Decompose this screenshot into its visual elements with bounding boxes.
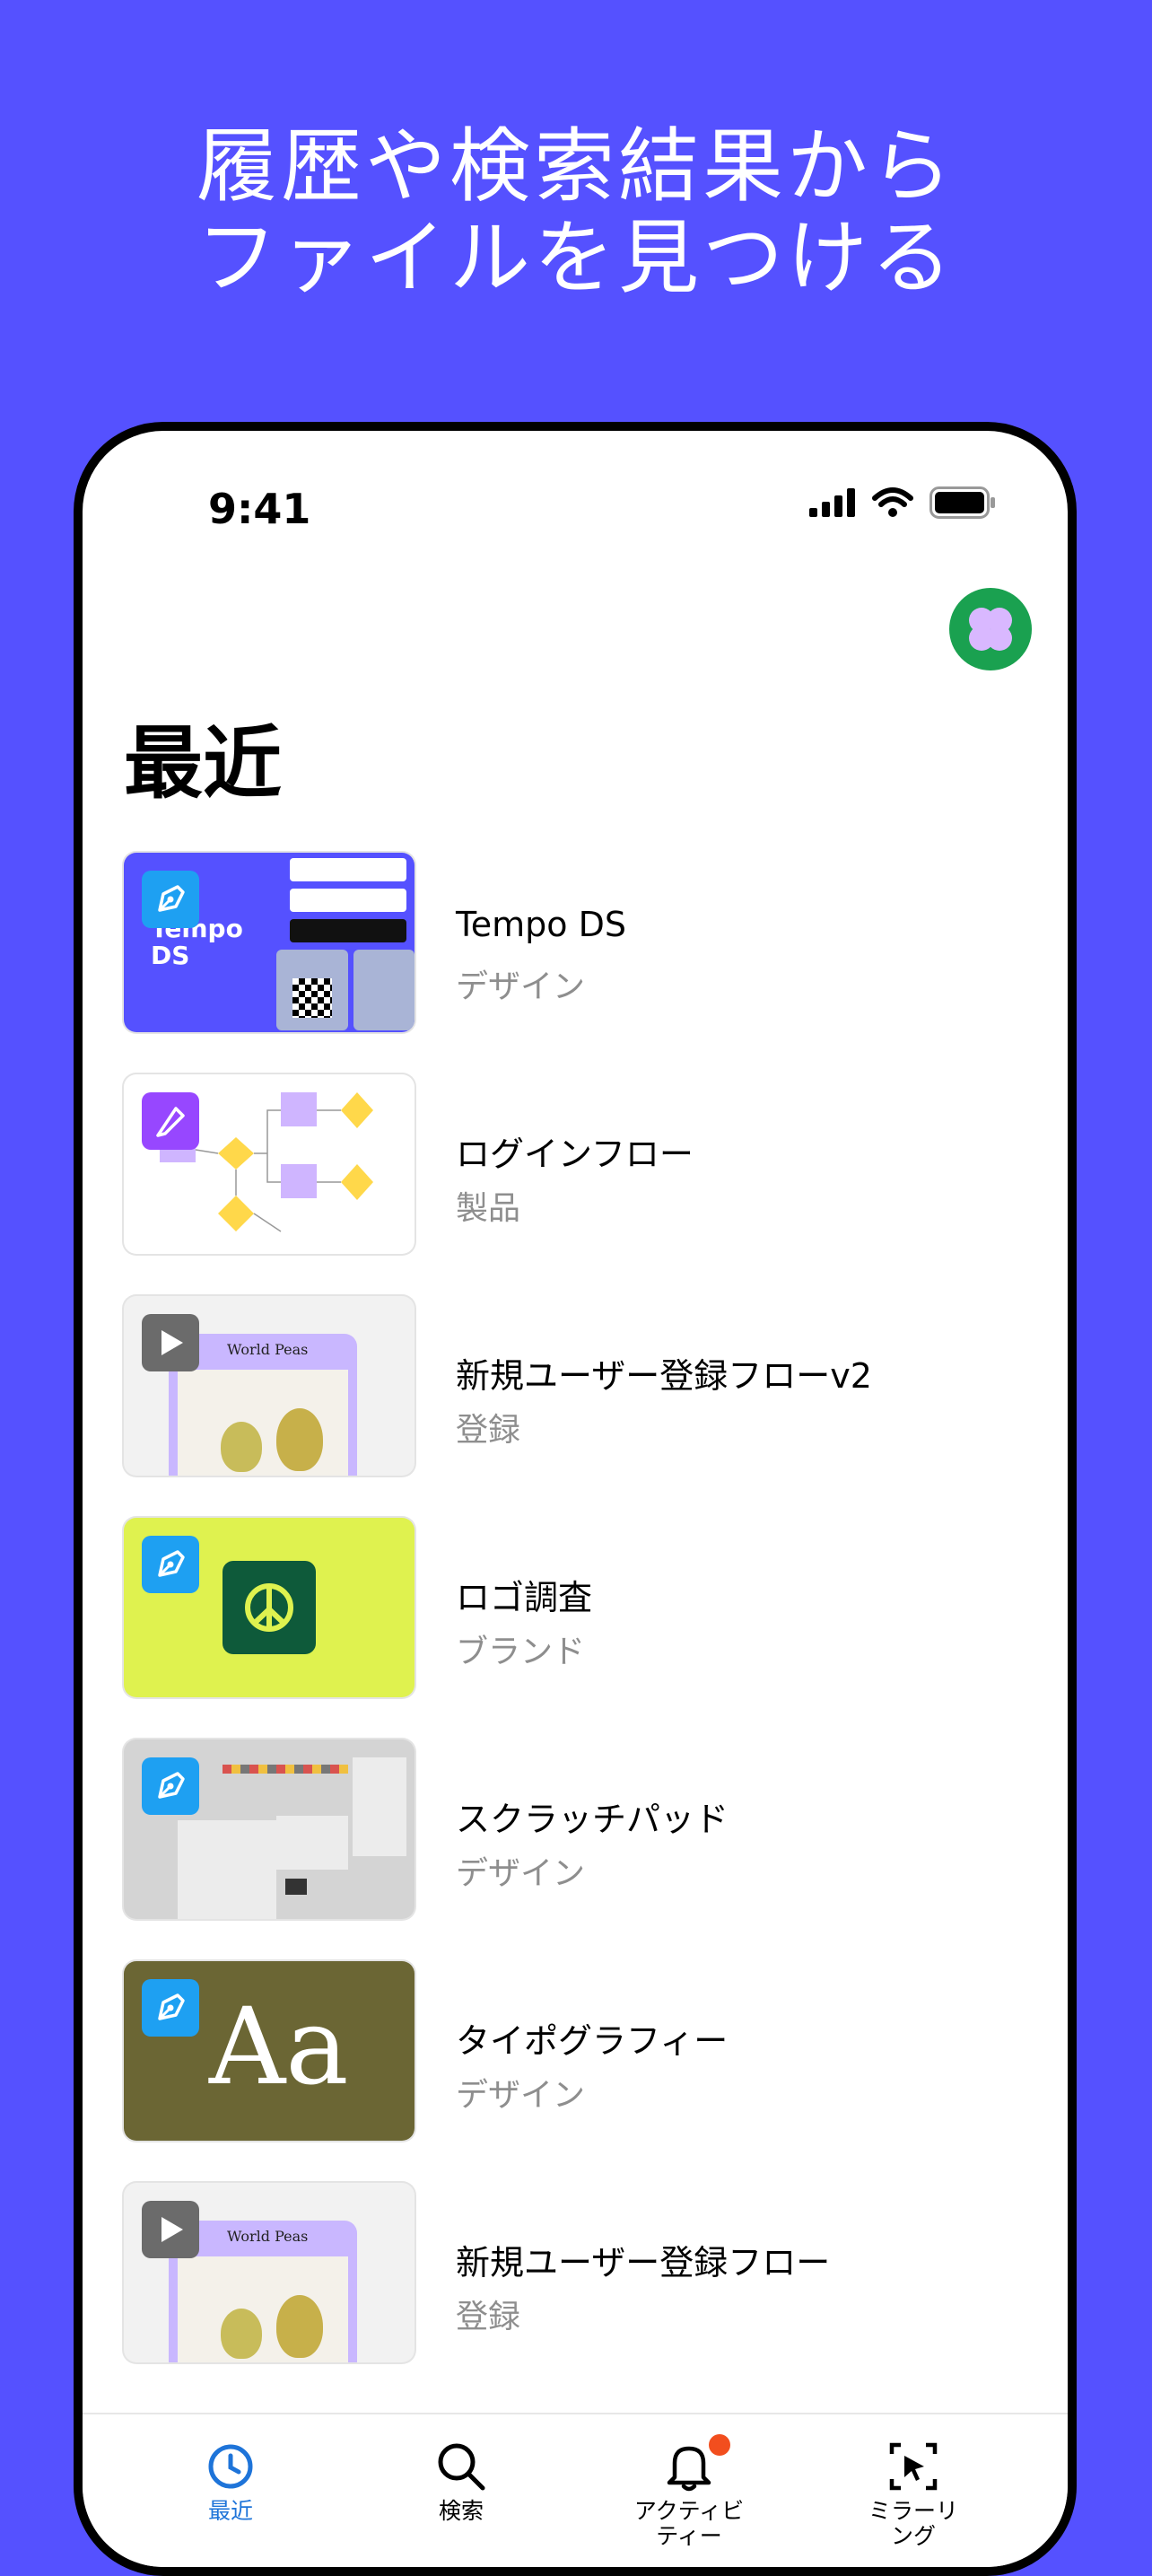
mirror-icon <box>889 2442 938 2491</box>
design-file-badge <box>142 1536 199 1593</box>
file-thumbnail <box>124 1074 415 1254</box>
tab-search[interactable]: 検索 <box>371 2434 551 2524</box>
bottom-tab-bar: 最近 検索 アクティビ ティー ミラーリ ング <box>83 2413 1068 2567</box>
promo-headline: 履歴や検索結果から ファイルを見つける <box>0 121 1152 304</box>
list-item[interactable]: World Peas 新規ユーザー登録フローv2 登録 <box>124 1296 1057 1480</box>
figjam-file-badge <box>142 1092 199 1150</box>
file-thumbnail: World Peas <box>124 2183 415 2362</box>
battery-icon <box>929 486 995 519</box>
file-title: Tempo DS <box>456 905 626 944</box>
wifi-icon <box>872 487 913 517</box>
thumbnail-shape <box>353 950 415 1030</box>
thumbnail-shape <box>353 1757 406 1856</box>
logo-tile <box>223 1561 316 1654</box>
file-title: ログインフロー <box>456 1135 694 1174</box>
pen-tool-icon <box>158 1550 185 1577</box>
play-icon <box>161 1330 183 1355</box>
file-thumbnail: Aa <box>124 1961 415 2141</box>
design-file-badge <box>142 1979 199 2037</box>
play-icon <box>161 2217 183 2242</box>
tab-activity[interactable]: アクティビ ティー <box>599 2434 779 2549</box>
tab-label: 最近 <box>207 2498 253 2524</box>
pen-tool-icon <box>158 1772 185 1799</box>
thumbnail-text: Aa <box>209 1985 349 2108</box>
design-file-badge <box>142 871 199 928</box>
file-team: 製品 <box>456 1190 521 1227</box>
status-time: 9:41 <box>208 485 311 533</box>
avatar-flower-icon <box>969 608 1012 651</box>
search-icon <box>438 2443 485 2491</box>
file-thumbnail: Tempo DS <box>124 853 415 1032</box>
file-team: 登録 <box>456 1412 521 1449</box>
peace-logo-icon <box>245 1583 293 1632</box>
file-thumbnail <box>124 1739 415 1919</box>
thumbnail-shape <box>178 2256 348 2362</box>
pear-shape <box>221 1422 262 1472</box>
thumbnail-shape <box>285 1879 307 1895</box>
thumbnail-shape <box>290 919 406 942</box>
page-title: 最近 <box>124 717 283 810</box>
marker-icon <box>156 1107 185 1137</box>
file-team: ブランド <box>456 1634 586 1670</box>
file-team: デザイン <box>456 968 586 1005</box>
pear-shape <box>221 2309 262 2359</box>
bell-icon <box>667 2446 711 2492</box>
thumbnail-shape <box>276 1816 348 1870</box>
pen-tool-icon <box>158 885 185 912</box>
pen-tool-icon <box>158 1993 185 2020</box>
tab-label: 検索 <box>438 2498 484 2524</box>
promo-line-1: 履歴や検索結果から <box>196 119 956 214</box>
tab-label-line-1: ミラーリ <box>868 2498 958 2524</box>
thumbnail-shape <box>290 858 406 881</box>
thumbnail-text: World Peas <box>227 1341 309 1358</box>
list-item[interactable]: スクラッチパッド デザイン <box>124 1739 1057 1923</box>
file-team: 登録 <box>456 2299 521 2335</box>
list-item[interactable]: Tempo DS Tempo DS デザイン <box>124 853 1057 1037</box>
prototype-badge <box>142 1314 199 1371</box>
file-title: ロゴ調査 <box>456 1578 593 1617</box>
file-title: 新規ユーザー登録フロー <box>456 2243 831 2282</box>
tab-label-line-2: ング <box>890 2523 936 2549</box>
thumbnail-text: World Peas <box>227 2228 309 2245</box>
thumbnail-shape <box>178 1370 348 1476</box>
tab-recent[interactable]: 最近 <box>141 2434 320 2524</box>
thumbnail-strip <box>223 1765 348 1774</box>
list-item[interactable]: ログインフロー 製品 <box>124 1074 1057 1258</box>
file-thumbnail: World Peas <box>124 1296 415 1476</box>
thumbnail-shape <box>178 1820 276 1919</box>
file-title: スクラッチパッド <box>456 1800 729 1839</box>
list-item[interactable]: ロゴ調査 ブランド <box>124 1518 1057 1702</box>
file-team: デザイン <box>456 2077 586 2114</box>
thumbnail-checker <box>292 978 332 1018</box>
file-title: タイポグラフィー <box>456 2021 729 2061</box>
status-icons <box>809 486 996 519</box>
thumbnail-shape <box>290 889 406 912</box>
signal-icon <box>809 488 855 517</box>
clock-icon <box>208 2444 253 2489</box>
phone-frame: 9:41 最近 Tempo DS Tempo DS デザイン ログインフロー 製… <box>74 422 1077 2576</box>
design-file-badge <box>142 1757 199 1815</box>
tab-mirror[interactable]: ミラーリ ング <box>824 2434 1003 2549</box>
file-thumbnail <box>124 1518 415 1697</box>
notification-dot <box>709 2434 730 2456</box>
file-title: 新規ユーザー登録フローv2 <box>456 1356 872 1396</box>
pear-shape <box>276 1408 323 1471</box>
prototype-badge <box>142 2201 199 2258</box>
status-bar: 9:41 <box>83 431 1068 539</box>
user-avatar[interactable] <box>949 588 1032 670</box>
list-item[interactable]: World Peas 新規ユーザー登録フロー 登録 <box>124 2183 1057 2367</box>
list-item[interactable]: Aa タイポグラフィー デザイン <box>124 1961 1057 2145</box>
promo-line-2: ファイルを見つける <box>196 211 956 305</box>
tab-label-line-1: アクティビ <box>633 2498 745 2524</box>
file-team: デザイン <box>456 1855 586 1892</box>
pear-shape <box>276 2295 323 2358</box>
tab-label-line-2: ティー <box>656 2523 722 2549</box>
